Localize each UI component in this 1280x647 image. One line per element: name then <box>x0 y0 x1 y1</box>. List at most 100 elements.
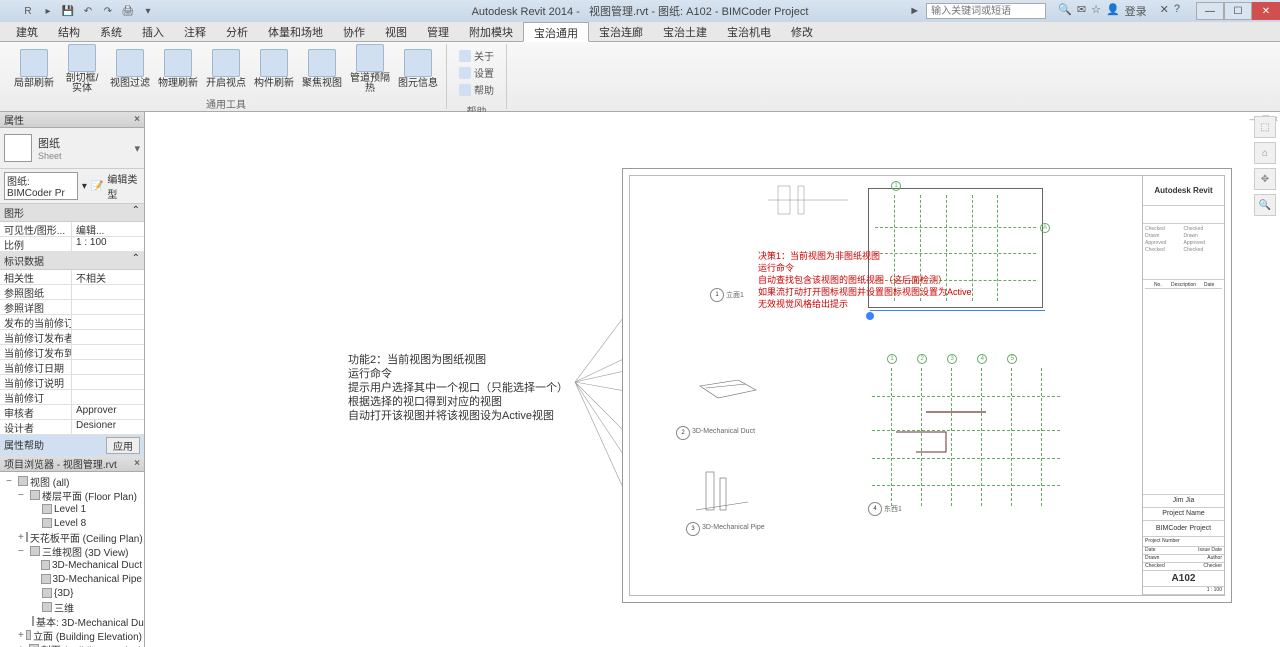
ribbon-button[interactable]: 管道预隔热 <box>350 44 390 94</box>
ribbon-tab[interactable]: 分析 <box>216 22 258 41</box>
login-label[interactable]: 登录 <box>1125 3 1147 19</box>
comm-icon[interactable]: ✉ <box>1077 3 1086 19</box>
viewport-3d-duct[interactable] <box>698 376 758 409</box>
open-icon[interactable]: ▸ <box>40 3 56 19</box>
maximize-button[interactable]: ☐ <box>1224 2 1252 20</box>
property-row[interactable]: 可见性/图形...编辑... <box>0 222 144 237</box>
tree-item[interactable]: Level 8 <box>2 516 142 530</box>
ribbon-button[interactable]: 开启视点 <box>206 49 246 89</box>
drawing-canvas[interactable]: — ☐ × 功能2：当前视图为图纸视图运行命令提示用户选择其中一个视口（只能选择… <box>145 112 1280 647</box>
tool-icon <box>308 49 336 77</box>
search-icon[interactable]: 🔍 <box>1058 3 1072 19</box>
properties-help-link[interactable]: 属性帮助 <box>4 437 44 454</box>
viewport-plan-2[interactable]: 12345 <box>866 362 1066 512</box>
save-icon[interactable]: 💾 <box>60 3 76 19</box>
pan-icon[interactable]: ✥ <box>1254 168 1276 190</box>
help-item[interactable]: 关于 <box>459 48 494 63</box>
redo-icon[interactable]: ↷ <box>100 3 116 19</box>
apply-button[interactable]: 应用 <box>106 437 140 454</box>
star-icon[interactable]: ☆ <box>1091 3 1101 19</box>
ribbon-tab[interactable]: 宝治机电 <box>717 22 781 41</box>
property-row[interactable]: 当前修订发布者 <box>0 330 144 345</box>
ribbon-tab[interactable]: 协作 <box>333 22 375 41</box>
prop-section-identity[interactable]: 标识数据⌃ <box>0 252 144 270</box>
user-icon[interactable]: 👤 <box>1106 3 1120 19</box>
ribbon-tab[interactable]: 系统 <box>90 22 132 41</box>
node-icon <box>42 504 52 514</box>
close-panel-icon[interactable]: × <box>134 458 140 469</box>
tree-item[interactable]: −楼层平面 (Floor Plan) <box>2 488 142 502</box>
close-panel-icon[interactable]: × <box>134 114 140 125</box>
tree-item[interactable]: Level 1 <box>2 502 142 516</box>
property-row[interactable]: 当前修订日期 <box>0 360 144 375</box>
close-button[interactable]: ✕ <box>1252 2 1280 20</box>
minimize-button[interactable]: — <box>1196 2 1224 20</box>
ribbon-tab[interactable]: 宝治连廊 <box>589 22 653 41</box>
help-item[interactable]: 设置 <box>459 65 494 80</box>
property-row[interactable]: 发布的当前修订 <box>0 315 144 330</box>
property-row[interactable]: 当前修订发布到 <box>0 345 144 360</box>
node-icon <box>30 546 40 556</box>
ribbon-button[interactable]: 图元信息 <box>398 49 438 89</box>
edit-type-button[interactable]: 编辑类型 <box>107 171 140 201</box>
property-row[interactable]: 当前修订 <box>0 390 144 405</box>
viewcube-icon[interactable]: ⬚ <box>1254 116 1276 138</box>
ribbon-tab[interactable]: 管理 <box>417 22 459 41</box>
ribbon-tab[interactable]: 插入 <box>132 22 174 41</box>
tree-item[interactable]: 基本: 3D-Mechanical Du <box>2 614 142 628</box>
ribbon-button[interactable]: 物理刷新 <box>158 49 198 89</box>
property-row[interactable]: 参照图纸 <box>0 285 144 300</box>
left-panels: 属性 × 图纸 Sheet ▾ 图纸: BIMCoder Pr▾ 📝 编辑类型 … <box>0 112 145 647</box>
property-row[interactable]: 比例1 : 100 <box>0 237 144 252</box>
viewport-3d-pipe[interactable] <box>696 466 756 519</box>
property-row[interactable]: 相关性不相关 <box>0 270 144 285</box>
tree-item[interactable]: +立面 (Building Elevation) <box>2 628 142 642</box>
tree-item[interactable]: 3D-Mechanical Pipe <box>2 572 142 586</box>
ribbon-tab[interactable]: 附加模块 <box>459 22 523 41</box>
tool-icon <box>68 44 96 72</box>
property-row[interactable]: 当前修订说明 <box>0 375 144 390</box>
property-row[interactable]: 设计者Desioner <box>0 420 144 435</box>
tree-item[interactable]: +天花板平面 (Ceiling Plan) <box>2 530 142 544</box>
help-search-input[interactable] <box>926 3 1046 19</box>
ribbon-tab[interactable]: 视图 <box>375 22 417 41</box>
zoom-icon[interactable]: 🔍 <box>1254 194 1276 216</box>
ribbon-button[interactable]: 聚焦视图 <box>302 49 342 89</box>
prop-section-graphics[interactable]: 图形⌃ <box>0 204 144 222</box>
ribbon-button[interactable]: 视图过滤 <box>110 49 150 89</box>
exchange-icon[interactable]: ✕ <box>1160 3 1169 19</box>
qat-more-icon[interactable]: ▾ <box>140 3 156 19</box>
tree-item[interactable]: +剖面 (Building Section) <box>2 642 142 647</box>
ribbon-tab[interactable]: 体量和场地 <box>258 22 333 41</box>
help-item[interactable]: 帮助 <box>459 82 494 97</box>
titleblock-subtitle: BIMCoder Project <box>1143 521 1224 537</box>
tree-item[interactable]: 三维 <box>2 600 142 614</box>
undo-icon[interactable]: ↶ <box>80 3 96 19</box>
print-icon[interactable]: 🖨 <box>120 3 136 19</box>
tree-item[interactable]: −视图 (all) <box>2 474 142 488</box>
ribbon-tab[interactable]: 结构 <box>48 22 90 41</box>
home-icon[interactable]: ⌂ <box>1254 142 1276 164</box>
ribbon-tab[interactable]: 宝治通用 <box>523 22 589 42</box>
ribbon-button[interactable]: 局部刷新 <box>14 49 54 89</box>
properties-filter[interactable]: 图纸: BIMCoder Pr <box>4 172 78 200</box>
ribbon-button[interactable]: 构件刷新 <box>254 49 294 89</box>
ribbon-button[interactable]: 剖切框/实体 <box>62 44 102 94</box>
viewport-detail[interactable] <box>768 182 848 218</box>
ribbon-tab[interactable]: 宝治土建 <box>653 22 717 41</box>
help-icon[interactable]: ? <box>1174 3 1180 19</box>
tree-item[interactable]: 3D-Mechanical Duct <box>2 558 142 572</box>
tree-item[interactable]: {3D} <box>2 586 142 600</box>
node-icon <box>42 588 52 598</box>
node-icon <box>41 574 50 584</box>
revit-icon[interactable]: R <box>20 3 36 19</box>
ribbon-tab[interactable]: 建筑 <box>6 22 48 41</box>
titleblock-scale: 1 : 100 <box>1143 587 1224 595</box>
property-row[interactable]: 参照详图 <box>0 300 144 315</box>
property-row[interactable]: 审核者Approver <box>0 405 144 420</box>
tree-item[interactable]: −三维视图 (3D View) <box>2 544 142 558</box>
properties-category[interactable]: 图纸 Sheet ▾ <box>0 128 144 168</box>
ribbon-tab[interactable]: 注释 <box>174 22 216 41</box>
ribbon-tab[interactable]: 修改 <box>781 22 823 41</box>
node-icon <box>32 616 34 626</box>
